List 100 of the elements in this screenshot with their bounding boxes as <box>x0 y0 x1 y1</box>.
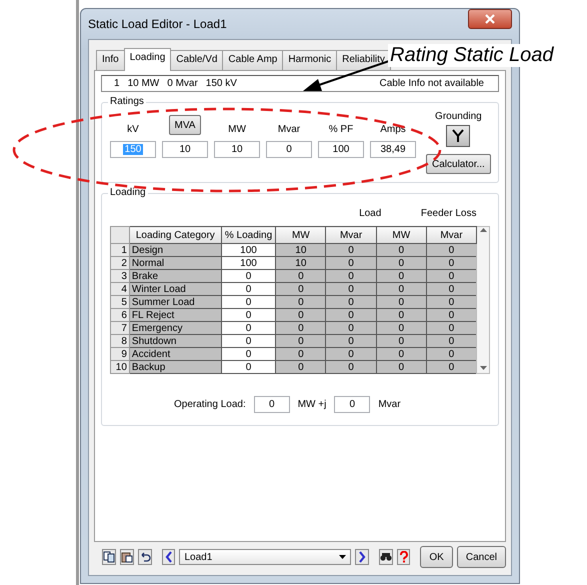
rating-field[interactable]: 10 <box>214 141 260 158</box>
summary-text: 0 Mvar <box>167 78 198 89</box>
table-cell: 0 <box>376 334 426 348</box>
summary-text: 150 kV <box>206 78 237 89</box>
field-label: kV <box>127 124 139 135</box>
column-header: MW <box>376 226 426 244</box>
column-header: Mvar <box>326 226 376 244</box>
table-cell[interactable]: 0 <box>221 322 276 334</box>
field-label: % PF <box>328 124 354 135</box>
table-cell: Normal <box>129 256 222 270</box>
column-header: % Loading <box>221 226 276 244</box>
previous-button[interactable] <box>162 549 176 565</box>
annotation-text: Rating Static Load <box>388 44 556 67</box>
cable-info-text: Cable Info not available <box>379 78 484 89</box>
grounding-label: Grounding <box>435 111 482 122</box>
mvar-field[interactable]: 0 <box>334 396 370 413</box>
table-cell: Design <box>129 244 222 256</box>
column-header: MW <box>276 226 326 244</box>
tab[interactable]: Harmonic <box>282 50 338 70</box>
table-cell: 0 <box>276 360 326 374</box>
calculator-button[interactable]: Calculator... <box>426 154 491 174</box>
close-button[interactable] <box>468 9 512 29</box>
table-cell: 0 <box>376 296 426 308</box>
load-selector[interactable]: Load1 <box>179 549 352 565</box>
table-cell: Accident <box>129 348 222 360</box>
undo-button[interactable] <box>138 549 152 565</box>
table-cell[interactable]: 100 <box>221 244 276 256</box>
table-cell: 10 <box>276 256 326 270</box>
table-cell: 0 <box>326 296 376 308</box>
binoculars-icon[interactable] <box>378 549 393 565</box>
table-cell[interactable]: 0 <box>221 348 276 360</box>
table-cell[interactable]: 0 <box>221 334 276 348</box>
grounding-button[interactable] <box>446 125 470 147</box>
wye-icon <box>451 129 466 143</box>
table-cell: Brake <box>129 270 222 282</box>
table-cell[interactable]: 0 <box>221 296 276 308</box>
cancel-button[interactable]: Cancel <box>456 546 506 568</box>
row-number: 9 <box>110 348 130 360</box>
ok-button[interactable]: OK <box>420 546 453 568</box>
table-cell: 0 <box>276 322 326 334</box>
table-cell: 0 <box>376 308 426 322</box>
row-number: 4 <box>110 282 130 296</box>
table-cell: 0 <box>276 296 326 308</box>
summary-text: 1 <box>114 78 120 89</box>
column-header: Mvar <box>426 226 477 244</box>
tab[interactable]: Reliability <box>336 50 391 70</box>
table-cell: Backup <box>129 360 222 374</box>
rating-field[interactable]: 38,49 <box>370 141 416 158</box>
table-cell: 0 <box>376 282 426 296</box>
table-cell: 0 <box>326 244 376 256</box>
table-cell[interactable]: 0 <box>221 360 276 374</box>
table-cell: 0 <box>276 270 326 282</box>
close-icon <box>485 14 495 24</box>
row-number: 1 <box>110 244 130 256</box>
tab[interactable]: Loading <box>124 48 172 71</box>
paste-button[interactable] <box>120 549 134 565</box>
field-label: MW <box>228 124 246 135</box>
scroll-down-icon[interactable] <box>480 366 487 371</box>
table-cell: 0 <box>276 348 326 360</box>
field-label: Amps <box>380 124 406 135</box>
table-cell: 0 <box>326 308 376 322</box>
tab[interactable]: Cable Amp <box>222 50 284 70</box>
mw-field[interactable]: 0 <box>254 396 290 413</box>
next-button[interactable] <box>355 549 369 565</box>
row-number: 7 <box>110 322 130 334</box>
row-number: 5 <box>110 296 130 308</box>
window-title: Static Load Editor - Load1 <box>88 17 227 31</box>
help-button[interactable] <box>396 549 410 565</box>
copy-button[interactable] <box>102 549 116 565</box>
tab[interactable]: Cable/Vd <box>170 50 224 70</box>
table-cell: 10 <box>276 244 326 256</box>
table-cell: 0 <box>326 348 376 360</box>
dropdown-arrow-icon[interactable] <box>339 555 346 559</box>
table-cell: Winter Load <box>129 282 222 296</box>
tab[interactable]: Info <box>96 50 125 70</box>
table-cell: 0 <box>376 244 426 256</box>
table-cell[interactable]: 0 <box>221 270 276 282</box>
row-number: 8 <box>110 334 130 348</box>
row-number: 3 <box>110 270 130 282</box>
unit-label: MW +j <box>298 399 326 410</box>
unit-label: Mvar <box>378 399 401 410</box>
row-number: 6 <box>110 308 130 322</box>
table-cell[interactable]: 100 <box>221 256 276 270</box>
mva-button[interactable]: MVA <box>168 115 202 135</box>
table-cell: FL Reject <box>129 308 222 322</box>
rating-field[interactable]: 10 <box>162 141 208 158</box>
table-cell: 0 <box>276 334 326 348</box>
table-cell: 0 <box>326 256 376 270</box>
table-cell: 0 <box>376 270 426 282</box>
rating-field[interactable]: 0 <box>266 141 312 158</box>
table-cell: Summer Load <box>129 296 222 308</box>
table-cell[interactable]: 0 <box>221 308 276 322</box>
group-title: Ratings <box>108 96 146 107</box>
scroll-up-icon[interactable] <box>480 227 487 232</box>
operating-load-label: Operating Load: <box>174 399 246 410</box>
rating-field[interactable]: 100 <box>318 141 364 158</box>
table-cell: 0 <box>326 282 376 296</box>
table-cell[interactable]: 0 <box>221 282 276 296</box>
row-number: 10 <box>110 360 130 374</box>
row-number: 2 <box>110 256 130 270</box>
